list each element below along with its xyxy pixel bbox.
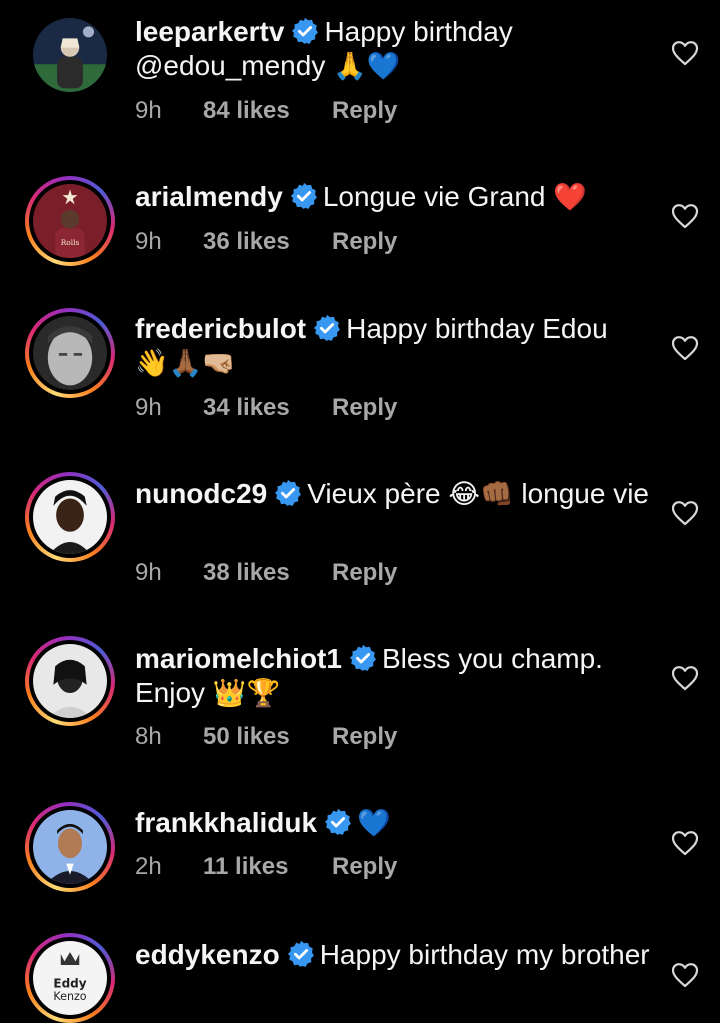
verified-badge-icon [289,181,319,211]
emoji: 💙 [357,808,391,839]
emoji: 🙏 [333,51,367,82]
avatar[interactable]: Eddy Kenzo [25,933,115,1023]
heart-outline-icon[interactable] [671,830,699,856]
avatar-logo-text: Eddy [53,976,86,990]
emoji: 🏆 [246,678,281,709]
likes-count[interactable]: 34 likes [203,393,332,423]
emoji: 🤜🏼 [202,348,236,379]
verified-badge-icon [312,313,342,343]
likes-count[interactable]: 36 likes [203,227,332,257]
reply-button[interactable]: Reply [332,227,397,257]
avatar[interactable] [25,472,115,562]
verified-badge-icon [290,16,320,46]
avatar[interactable] [25,10,115,100]
heart-outline-icon[interactable] [671,665,699,691]
avatar[interactable] [25,308,115,398]
comment-time: 8h [135,723,162,750]
comment-time: 9h [135,97,162,124]
avatar[interactable] [25,802,115,892]
username[interactable]: frankkhaliduk [135,807,317,838]
username[interactable]: fredericbulot [135,313,306,344]
verified-badge-icon [273,478,303,508]
username[interactable]: leeparkertv [135,16,284,47]
comment-time: 9h [135,559,162,586]
svg-text:Rolls: Rolls [61,238,80,247]
avatar[interactable] [25,636,115,726]
comment-text: Happy birthday my brother [319,939,650,970]
reply-button[interactable]: Reply [332,393,397,423]
avatar[interactable]: Rolls [25,176,115,266]
reply-button[interactable]: Reply [332,96,397,126]
emoji: 👋 [135,348,169,379]
comment-time: 2h [135,853,162,880]
svg-text:Kenzo: Kenzo [53,990,86,1003]
likes-count[interactable]: 50 likes [203,722,332,752]
verified-badge-icon [323,807,353,837]
reply-button[interactable]: Reply [332,558,397,588]
emoji: 🙏🏾 [168,348,203,379]
heart-outline-icon[interactable] [671,335,699,361]
username[interactable]: nunodc29 [135,478,267,509]
reply-button[interactable]: Reply [332,852,397,882]
verified-badge-icon [286,939,316,969]
comment-text: longue vie [521,478,649,509]
emoji: 😂 [448,479,480,510]
likes-count[interactable]: 84 likes [203,96,332,126]
username[interactable]: eddykenzo [135,939,280,970]
comment-text: Longue vie Grand [322,181,546,212]
heart-outline-icon[interactable] [671,500,699,526]
likes-count[interactable]: 38 likes [203,558,332,588]
emoji: ❤️ [553,182,587,213]
comment-text: Vieux père [307,478,441,509]
heart-outline-icon[interactable] [671,40,699,66]
likes-count[interactable]: 11 likes [203,852,332,882]
emoji: 💙 [366,51,401,82]
comment-text: Happy birthday Edou [346,313,608,344]
comment-time: 9h [135,228,162,255]
comment-time: 9h [135,394,162,421]
emoji: 👊🏾 [479,479,514,510]
heart-outline-icon[interactable] [671,203,699,229]
verified-badge-icon [348,643,378,673]
username[interactable]: mariomelchiot1 [135,643,342,674]
emoji: 👑 [212,678,247,709]
reply-button[interactable]: Reply [332,722,397,752]
heart-outline-icon[interactable] [671,962,699,988]
username[interactable]: arialmendy [135,181,283,212]
